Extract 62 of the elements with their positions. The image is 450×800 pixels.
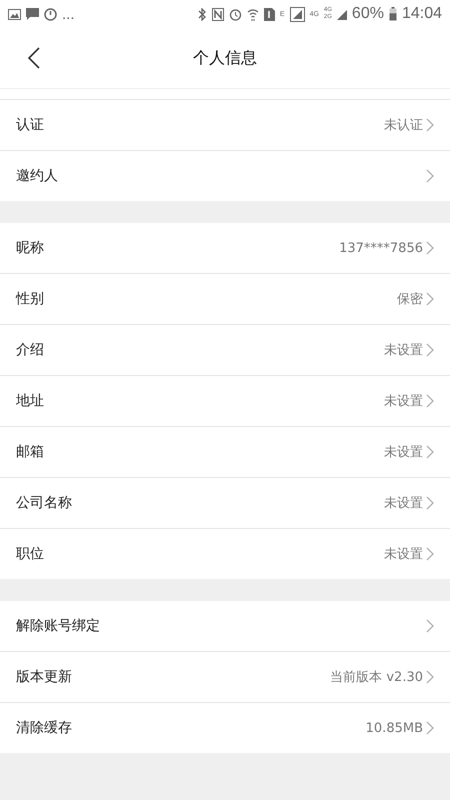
row-label: 清除缓存 [16,719,73,737]
row-label: 邀约人 [16,167,59,185]
chevron-right-icon [426,496,434,510]
settings-row[interactable]: 职位 未设置 [0,529,450,579]
chevron-right-icon [426,394,434,408]
back-icon [28,47,40,69]
row-value: 未设置 [384,444,423,461]
row-label: 职位 [16,545,45,563]
chevron-right-icon [426,118,434,132]
settings-row[interactable]: 地址 未设置 [0,376,450,426]
battery-percent: 60% [352,5,384,23]
power-icon [44,8,57,20]
chevron-right-icon [426,547,434,561]
settings-row[interactable]: 性别 保密 [0,274,450,324]
chevron-right-icon [426,619,434,633]
row-value: 未设置 [384,546,423,563]
settings-row[interactable]: 邀约人 [0,151,450,201]
wifi-icon [246,8,259,20]
settings-row[interactable]: 清除缓存 10.85MB [0,703,450,753]
chevron-right-icon [426,721,434,735]
row-value: 未设置 [384,393,423,410]
sim-icon [264,8,275,20]
chevron-right-icon [426,445,434,459]
chevron-right-icon [426,169,434,183]
settings-row[interactable]: 昵称 137****7856 [0,223,450,273]
row-label: 地址 [16,392,45,410]
row-label: 公司名称 [16,494,73,512]
row-value: 137****7856 [339,240,423,256]
alarm-icon [228,8,242,20]
page-title: 个人信息 [193,47,257,69]
row-label: 昵称 [16,239,45,257]
row-label: 性别 [16,290,45,308]
battery-icon [388,7,397,21]
row-value: 当前版本 v2.30 [330,669,423,686]
row-value: 10.85MB [366,720,423,736]
signal-icon [336,8,347,20]
chevron-right-icon [426,670,434,684]
settings-row[interactable]: 介绍 未设置 [0,325,450,375]
row-label: 认证 [16,116,45,134]
bluetooth-icon [198,8,207,20]
settings-row[interactable]: 认证 未认证 [0,100,450,150]
settings-row[interactable]: 版本更新 当前版本 v2.30 [0,652,450,702]
image-icon [8,8,21,20]
row-label: 版本更新 [16,668,73,686]
chevron-right-icon [426,241,434,255]
chevron-right-icon [426,343,434,357]
row-value: 未认证 [384,117,423,134]
message-icon [26,8,39,20]
row-value: 保密 [397,291,423,308]
nfc-icon [212,8,224,20]
chevron-right-icon [426,292,434,306]
settings-row[interactable]: 解除账号绑定 [0,601,450,651]
row-value: 未设置 [384,495,423,512]
row-label: 介绍 [16,341,45,359]
clock: 14:04 [402,5,442,23]
row-label: 解除账号绑定 [16,617,101,635]
row-label: 邮箱 [16,443,45,461]
settings-row[interactable]: 邮箱 未设置 [0,427,450,477]
signal-icon [290,6,305,22]
row-value: 未设置 [384,342,423,359]
overflow-indicator: ... [62,6,75,22]
settings-row[interactable]: 公司名称 未设置 [0,478,450,528]
